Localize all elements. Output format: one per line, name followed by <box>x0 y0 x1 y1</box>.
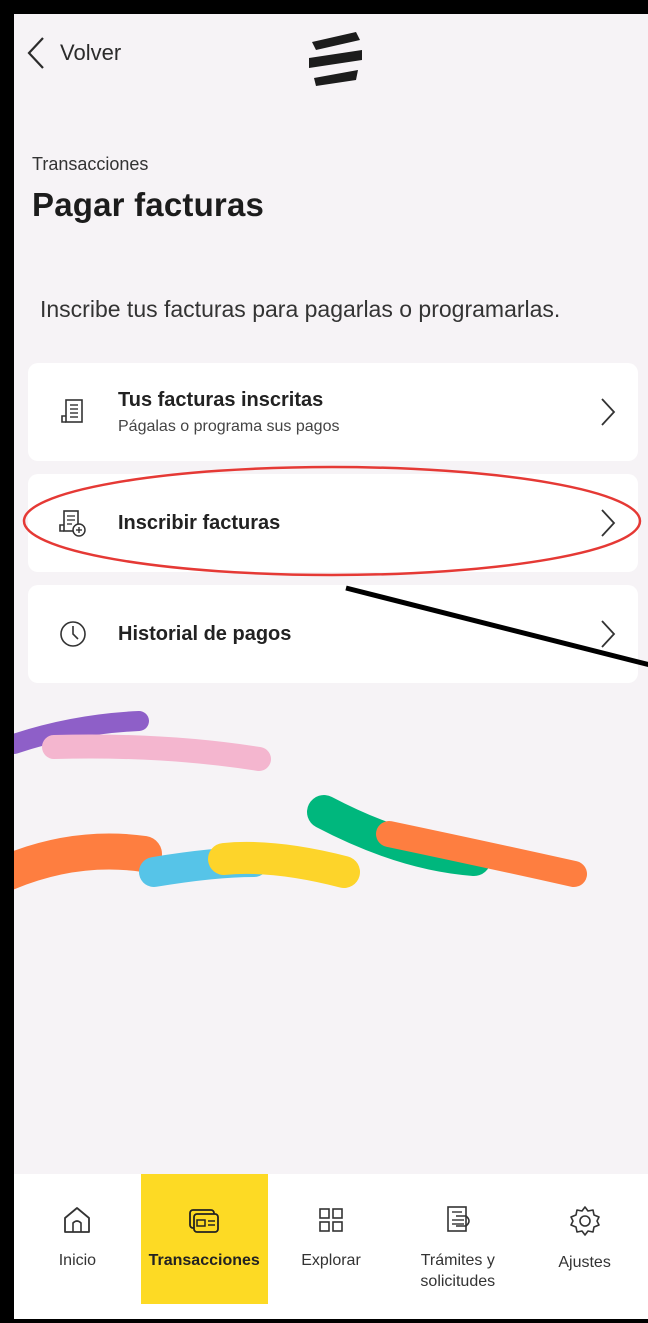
nav-ajustes[interactable]: Ajustes <box>521 1174 648 1319</box>
register-invoices-option[interactable]: Inscribir facturas <box>28 474 638 572</box>
option-sublabel: Págalas o programa sus pagos <box>118 417 340 435</box>
option-label: Historial de pagos <box>118 622 292 645</box>
nav-label: Transacciones <box>148 1252 260 1269</box>
nav-tramites[interactable]: Trámites y solicitudes <box>394 1174 521 1319</box>
app-screen: Volver Transacciones Pagar facturas Insc… <box>14 14 648 1319</box>
card-icon <box>189 1209 220 1233</box>
chevron-right-icon <box>601 509 616 537</box>
nav-explorar[interactable]: Explorar <box>268 1174 395 1319</box>
chevron-right-icon <box>601 620 616 648</box>
clock-icon <box>60 621 86 647</box>
gear-icon <box>569 1206 600 1236</box>
back-button[interactable]: Volver <box>26 36 121 70</box>
page-title: Pagar facturas <box>32 186 265 223</box>
document-icon <box>446 1206 470 1232</box>
home-icon <box>64 1207 91 1233</box>
invoice-add-icon <box>59 510 86 537</box>
option-label: Tus facturas inscritas <box>118 388 324 411</box>
page-description: Inscribe tus facturas para pagarlas o pr… <box>40 296 561 322</box>
option-label: Inscribir facturas <box>118 511 281 534</box>
breadcrumb: Transacciones <box>32 154 149 174</box>
nav-label: Explorar <box>301 1252 361 1269</box>
bottom-navigation: Inicio Transacciones Explorar Trámites y… <box>14 1174 648 1319</box>
nav-inicio[interactable]: Inicio <box>14 1174 141 1319</box>
top-bar: Volver <box>14 14 648 94</box>
registered-invoices-option[interactable]: Tus facturas inscritas Págalas o program… <box>28 363 638 461</box>
back-label: Volver <box>60 40 122 65</box>
invoice-icon <box>61 399 83 423</box>
nav-label: Inicio <box>58 1252 97 1269</box>
nav-label: Trámites y solicitudes <box>420 1252 496 1290</box>
chevron-left-icon <box>27 37 44 69</box>
nav-label: Ajustes <box>558 1254 611 1271</box>
bank-logo-icon <box>309 32 362 86</box>
chevron-right-icon <box>601 398 616 426</box>
grid-icon <box>319 1208 343 1232</box>
payment-history-option[interactable]: Historial de pagos <box>28 585 638 683</box>
decorative-swooshes <box>14 711 587 890</box>
nav-transacciones[interactable]: Transacciones <box>140 1174 268 1304</box>
